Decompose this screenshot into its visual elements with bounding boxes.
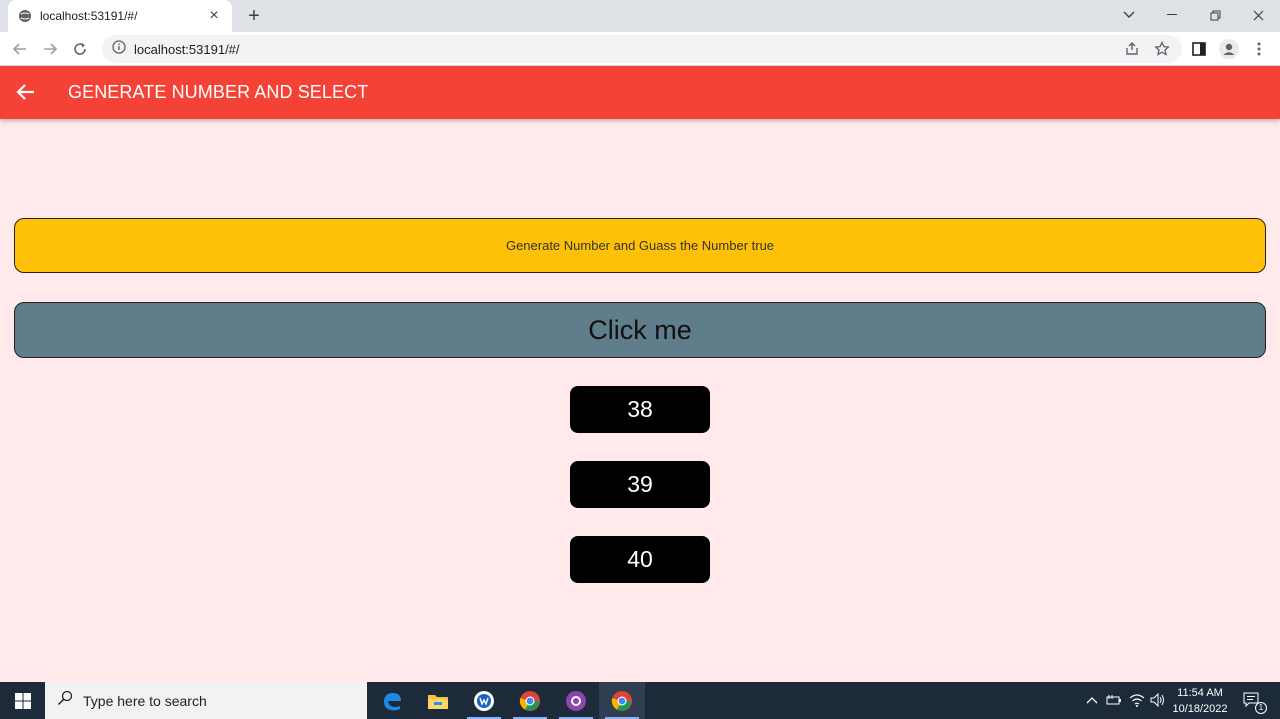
speaker-icon[interactable] xyxy=(1150,692,1166,708)
chrome-icon[interactable] xyxy=(507,682,553,719)
number-button-1[interactable]: 38 xyxy=(570,386,710,433)
click-me-label: Click me xyxy=(588,314,692,345)
browser-toolbar: localhost:53191/#/ xyxy=(0,32,1280,66)
info-icon[interactable] xyxy=(112,39,126,59)
restore-icon[interactable] xyxy=(1193,0,1237,30)
back-arrow-icon[interactable] xyxy=(14,80,38,104)
banner-text: Generate Number and Guass the Number tru… xyxy=(505,238,775,253)
share-icon[interactable] xyxy=(1120,37,1144,61)
star-icon[interactable] xyxy=(1150,37,1174,61)
notification-icon[interactable]: 1 xyxy=(1241,692,1267,714)
windows-start-icon[interactable] xyxy=(0,682,45,719)
app-icon[interactable] xyxy=(461,682,507,719)
number-label: 38 xyxy=(627,396,653,422)
app-bar: GENERATE NUMBER AND SELECT xyxy=(0,66,1280,119)
notification-count: 1 xyxy=(1255,702,1267,714)
close-tab-icon[interactable]: × xyxy=(206,7,222,24)
chevron-down-icon[interactable] xyxy=(1107,0,1151,30)
reload-icon[interactable] xyxy=(68,37,92,61)
chrome-active-icon[interactable] xyxy=(599,682,645,719)
new-tab-button[interactable]: + xyxy=(242,4,266,28)
number-label: 39 xyxy=(627,471,653,497)
battery-icon[interactable] xyxy=(1106,692,1122,708)
back-arrow-icon[interactable] xyxy=(8,37,32,61)
minimize-icon[interactable] xyxy=(1150,0,1194,30)
system-clock[interactable]: 11:54 AM 10/18/2022 xyxy=(1170,685,1230,717)
browser-tab[interactable]: localhost:53191/#/ × xyxy=(8,0,232,32)
chevron-up-icon[interactable] xyxy=(1084,692,1100,708)
number-button-2[interactable]: 39 xyxy=(570,461,710,508)
clock-time: 11:54 AM xyxy=(1177,687,1223,699)
address-bar[interactable]: localhost:53191/#/ xyxy=(102,35,1182,63)
info-banner: Generate Number and Guass the Number tru… xyxy=(14,218,1266,273)
page-title: GENERATE NUMBER AND SELECT xyxy=(68,82,369,102)
globe-icon xyxy=(18,9,32,23)
file-explorer-icon[interactable] xyxy=(415,682,461,719)
close-window-icon[interactable] xyxy=(1236,0,1280,30)
number-button-3[interactable]: 40 xyxy=(570,536,710,583)
side-panel-icon[interactable] xyxy=(1187,37,1211,61)
number-label: 40 xyxy=(627,546,653,572)
search-icon xyxy=(57,690,73,711)
edge-icon[interactable] xyxy=(369,682,415,719)
taskbar: Type here to search 11:54 AM 10/18/2022 xyxy=(0,682,1280,719)
browser-tab-strip: localhost:53191/#/ × + xyxy=(0,0,1280,32)
kebab-menu-icon[interactable] xyxy=(1247,37,1271,61)
wifi-icon[interactable] xyxy=(1129,692,1145,708)
search-placeholder: Type here to search xyxy=(83,692,207,709)
address-text: localhost:53191/#/ xyxy=(134,41,240,57)
click-me-button[interactable]: Click me xyxy=(14,302,1266,358)
tab-title: localhost:53191/#/ xyxy=(40,9,138,23)
profile-avatar-icon[interactable] xyxy=(1217,37,1241,61)
github-icon[interactable] xyxy=(553,682,599,719)
forward-arrow-icon[interactable] xyxy=(38,37,62,61)
clock-date: 10/18/2022 xyxy=(1172,703,1228,715)
taskbar-search[interactable]: Type here to search xyxy=(45,682,367,719)
